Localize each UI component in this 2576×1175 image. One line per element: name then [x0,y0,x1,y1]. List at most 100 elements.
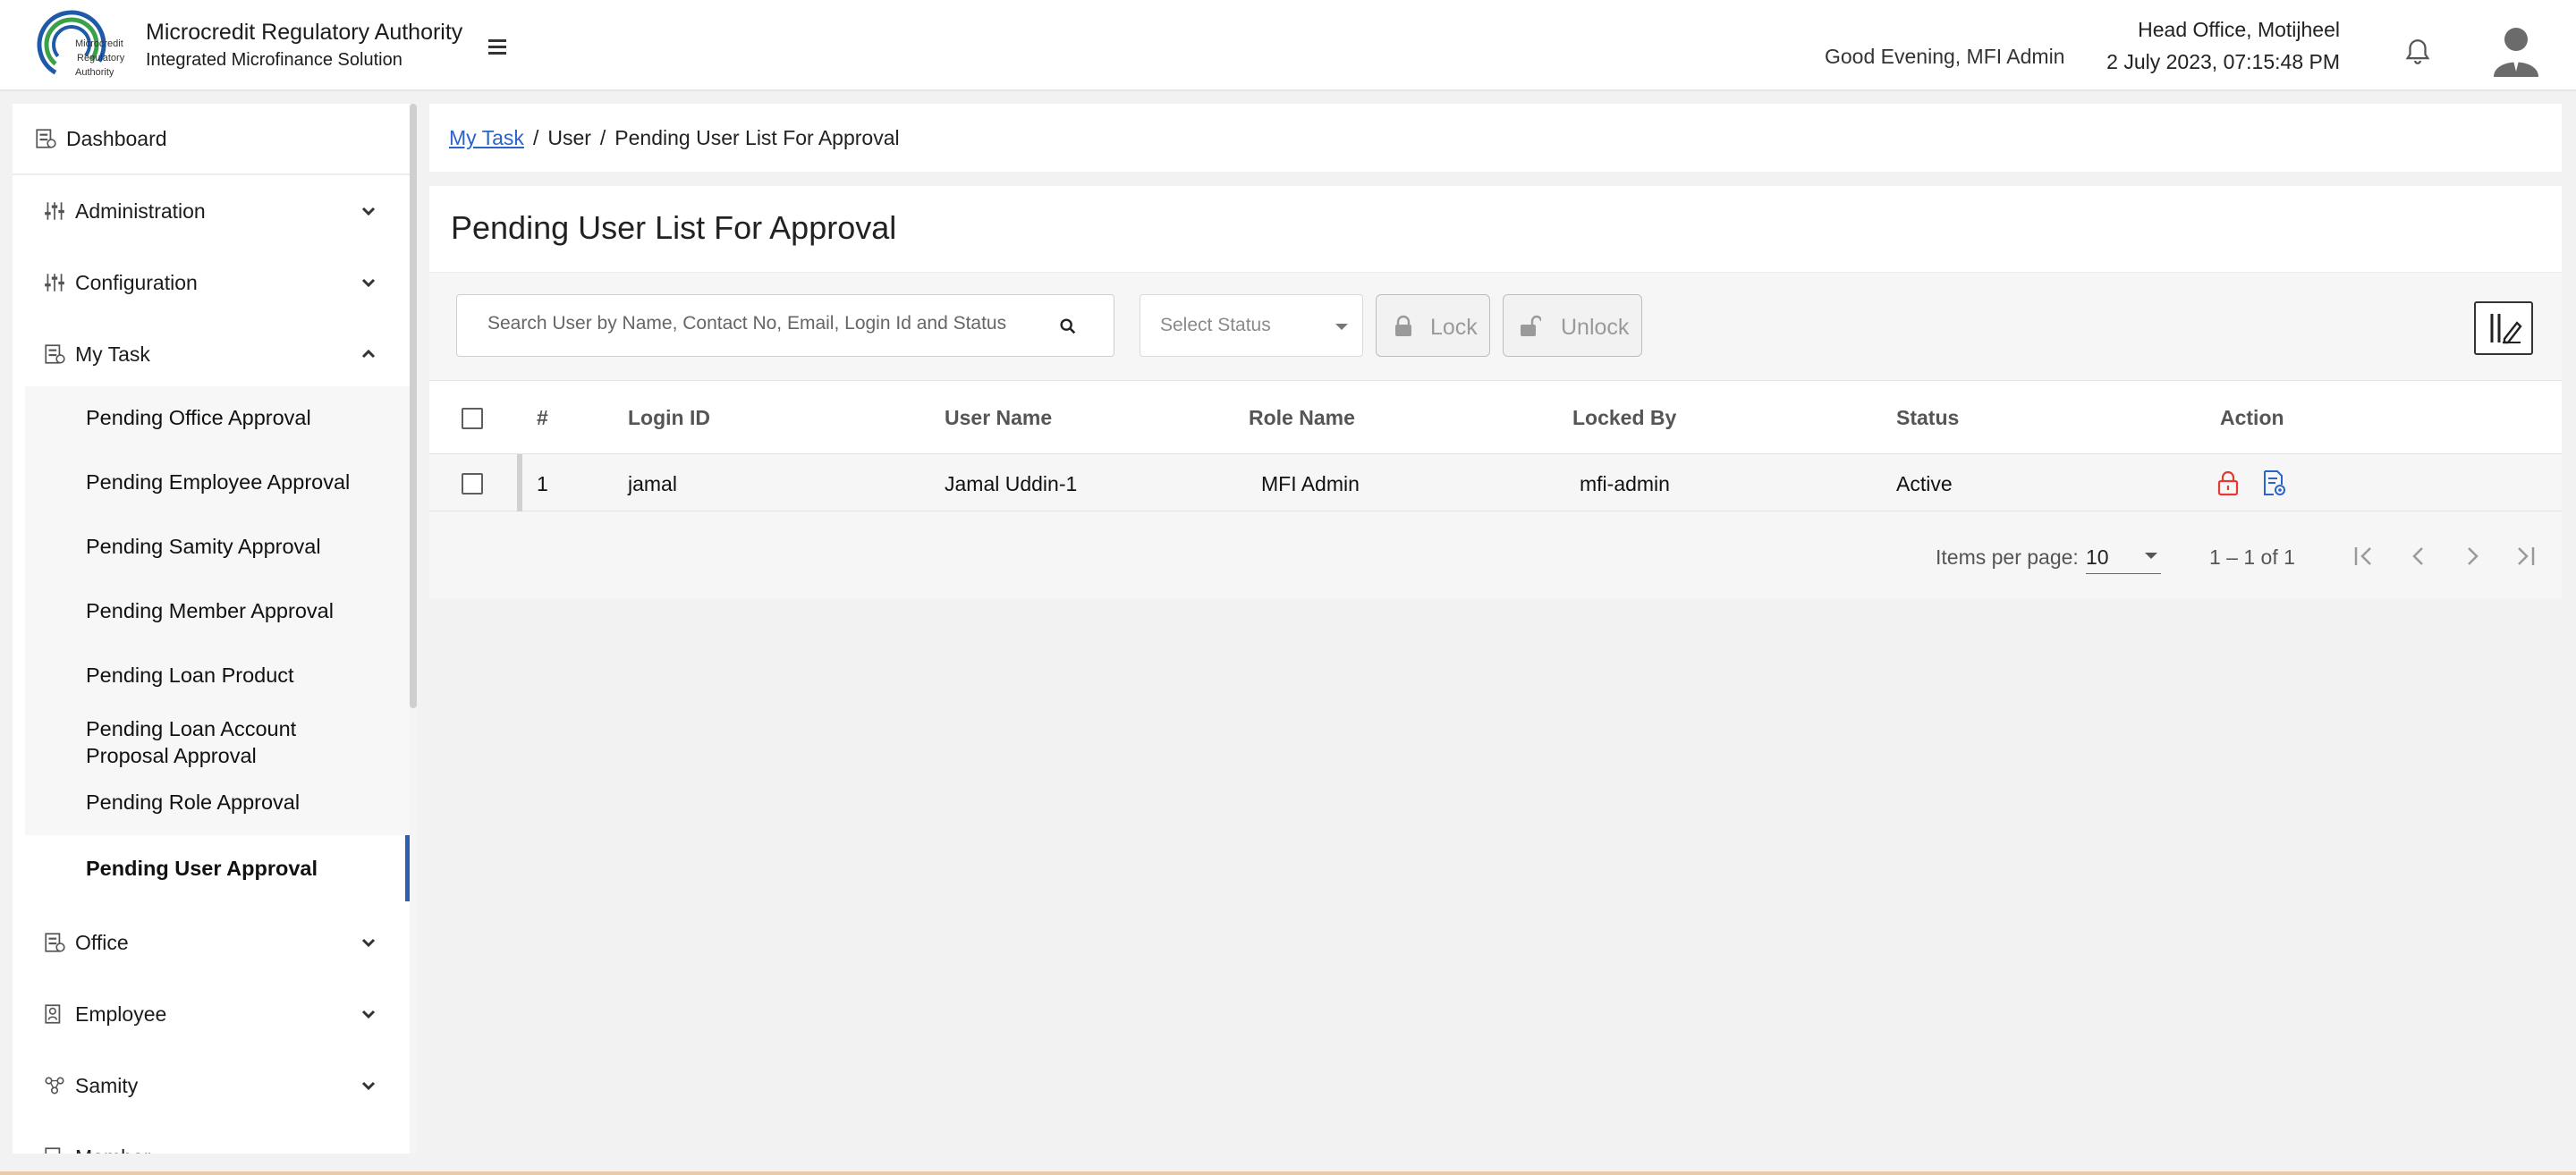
breadcrumb-separator: / [532,126,539,149]
items-per-page-label: Items per page: [1936,545,2079,569]
cell-user-name: Jamal Uddin-1 [945,472,1078,495]
caret-down-icon [2145,553,2157,559]
cell-login-id: jamal [628,472,677,495]
column-settings-button[interactable] [2474,301,2533,355]
sidebar-item-administration[interactable]: Administration [13,175,410,247]
last-page-icon[interactable] [2506,538,2542,574]
employee-icon [45,1004,61,1024]
member-icon [45,1147,61,1154]
filter-toolbar: Select Status Lock Unlock [429,272,2562,381]
column-header[interactable]: User Name [945,406,1052,430]
sidebar-scrollbar[interactable] [410,104,417,1154]
search-input[interactable] [487,313,1024,334]
sidebar-item-label: My Task [75,342,150,366]
column-edit-icon [2490,314,2522,344]
sidebar-item-member[interactable]: Member [13,1121,410,1154]
lock-icon [1395,315,1411,336]
cell-role-name: MFI Admin [1261,472,1360,495]
submenu-item-pending-member-approval[interactable]: Pending Member Approval [25,579,410,644]
submenu-item-pending-user-approval[interactable]: Pending User Approval [25,835,410,901]
items-per-page-select[interactable]: 10 [2086,542,2161,574]
samity-icon [45,1077,64,1095]
current-datetime: 2 July 2023, 07:15:48 PM [2106,50,2340,73]
first-page-icon[interactable] [2347,538,2383,574]
next-page-icon[interactable] [2454,538,2490,574]
sidebar: Dashboard Administration Configuration M… [13,104,417,1154]
logo-text: Authority [75,67,114,78]
sidebar-item-label: Configuration [75,270,198,294]
avatar-icon[interactable] [2490,23,2542,77]
table-row[interactable]: 1 jamal Jamal Uddin-1 MFI Admin mfi-admi… [429,454,2562,511]
column-header[interactable]: Status [1896,406,1959,430]
previous-page-icon[interactable] [2401,538,2436,574]
submenu-item-pending-samity-approval[interactable]: Pending Samity Approval [25,515,410,579]
items-per-page-value: 10 [2086,545,2109,569]
chevron-down-icon [361,278,376,288]
submenu-item-label: Pending Employee Approval [86,470,351,494]
sidebar-item-employee[interactable]: Employee [13,978,410,1050]
content-card: Pending User List For Approval Select St… [429,186,2562,599]
lock-button[interactable]: Lock [1376,294,1490,357]
table-header-row: # Login ID User Name Role Name Locked By… [429,381,2562,454]
sidebar-item-office[interactable]: Office [13,907,410,978]
org-subtitle: Integrated Microfinance Solution [146,50,402,70]
submenu-item-label: Pending Samity Approval [86,535,321,558]
bottom-border [0,1171,2576,1175]
search-box[interactable] [456,294,1114,357]
chevron-up-icon [361,349,376,359]
status-select-value: Select Status [1160,315,1271,335]
chevron-down-icon [361,938,376,948]
logo-text: Microcredit [75,38,123,49]
column-header: Action [2220,406,2284,429]
menu-icon[interactable] [488,39,513,59]
cell-status: Active [1896,472,1953,495]
submenu-item-pending-loan-product[interactable]: Pending Loan Product [25,644,410,708]
view-details-icon[interactable] [2261,469,2286,496]
sidebar-item-configuration[interactable]: Configuration [13,247,410,318]
chevron-down-icon [361,207,376,216]
org-name: Microcredit Regulatory Authority [146,20,463,45]
breadcrumb-user: User [547,126,591,149]
bell-icon[interactable] [2402,36,2433,68]
unlock-button[interactable]: Unlock [1503,294,1642,357]
breadcrumb-link-my-task[interactable]: My Task [449,126,524,150]
sidebar-item-dashboard[interactable]: Dashboard [13,104,410,175]
submenu-item-pending-office-approval[interactable]: Pending Office Approval [25,386,410,451]
office-name: Head Office, Motijheel [2138,18,2340,41]
submenu-item-pending-role-approval[interactable]: Pending Role Approval [25,776,410,835]
submenu-item-pending-employee-approval[interactable]: Pending Employee Approval [25,451,410,515]
sliders-icon [45,274,64,292]
select-all-checkbox[interactable] [462,408,483,429]
unlock-button-label: Unlock [1561,315,1630,340]
mra-logo: Microcredit Regulatory Authority [37,10,125,80]
sidebar-scrollbar-thumb[interactable] [410,104,417,708]
sidebar-item-samity[interactable]: Samity [13,1050,410,1121]
page-title: Pending User List For Approval [451,209,897,246]
search-icon[interactable] [1058,317,1078,336]
cell-locked-by: mfi-admin [1580,472,1670,495]
sidebar-item-label: Samity [75,1073,139,1097]
row-checkbox[interactable] [462,473,483,495]
chevron-down-icon [361,1010,376,1019]
column-header: # [537,406,548,429]
my-task-submenu: Pending Office Approval Pending Employee… [25,386,410,901]
column-header[interactable]: Login ID [628,406,710,430]
greeting-text: Good Evening, MFI Admin [1825,45,2065,68]
top-header: Microcredit Regulatory Authority Microcr… [0,0,2576,91]
dashboard-icon [36,129,56,148]
sidebar-item-label: Dashboard [66,126,167,150]
status-select[interactable]: Select Status [1140,294,1363,357]
lock-button-label: Lock [1430,315,1478,340]
lock-icon[interactable] [2216,469,2240,496]
page-range-label: 1 – 1 of 1 [2209,545,2295,569]
column-header[interactable]: Role Name [1249,406,1355,430]
submenu-item-pending-loan-account-proposal-approval[interactable]: Pending Loan Account Proposal Approval [25,708,410,776]
column-header[interactable]: Locked By [1572,406,1676,430]
sidebar-item-label: Employee [75,1002,167,1026]
sidebar-item-my-task[interactable]: My Task [13,318,410,390]
breadcrumb-card: My Task / User / Pending User List For A… [429,104,2562,172]
paginator: Items per page: 10 1 – 1 of 1 [429,511,2562,599]
submenu-item-label: Pending Member Approval [86,599,334,622]
unlock-icon [1521,315,1541,336]
submenu-item-label: Pending Loan Account Proposal Approval [86,717,297,767]
